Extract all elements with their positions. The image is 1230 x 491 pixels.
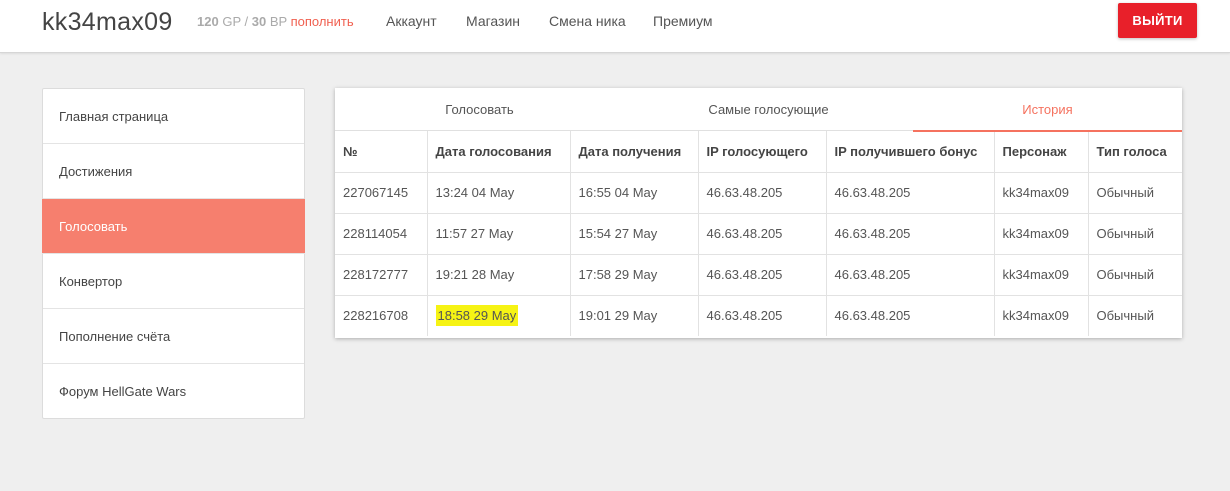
cell-vote-date: 19:21 28 May: [427, 254, 571, 296]
tab-bar: Голосовать Самые голосующие История: [335, 88, 1182, 132]
column-header: IP голосующего: [698, 131, 827, 173]
table-row: 228216708 18:58 29 May 19:01 29 May 46.6…: [335, 295, 1182, 336]
highlighted-vote-date: 18:58 29 May: [435, 305, 519, 327]
sidebar-item-label: Достижения: [59, 163, 133, 179]
sidebar-item-home[interactable]: Главная страница: [43, 89, 304, 144]
tab-top-voters[interactable]: Самые голосующие: [624, 88, 913, 131]
top-header: kk34max09 120 GP / 30 BP пополнить Аккау…: [0, 0, 1230, 53]
cell-id: 227067145: [335, 172, 428, 214]
table-row: 228172777 19:21 28 May 17:58 29 May 46.6…: [335, 254, 1182, 296]
cell-id: 228216708: [335, 295, 428, 336]
cell-vote-type: Обычный: [1088, 213, 1182, 255]
sidebar-item-converter[interactable]: Конвертор: [43, 254, 304, 309]
nav-premium-link[interactable]: Премиум: [653, 13, 713, 29]
cell-id: 228172777: [335, 254, 428, 296]
balance-display: 120 GP / 30 BP пополнить: [197, 14, 354, 29]
cell-voter-ip: 46.63.48.205: [698, 213, 827, 255]
gp-value: 120: [197, 14, 219, 29]
bp-unit: BP: [269, 14, 287, 29]
cell-bonus-ip: 46.63.48.205: [826, 172, 995, 214]
tab-vote[interactable]: Голосовать: [335, 88, 624, 131]
column-header: №: [335, 131, 428, 173]
username-title: kk34max09: [42, 8, 173, 36]
table-row: 228114054 11:57 27 May 15:54 27 May 46.6…: [335, 213, 1182, 255]
column-header: IP получившего бонус: [826, 131, 995, 173]
cell-bonus-ip: 46.63.48.205: [826, 213, 995, 255]
cell-vote-date: 18:58 29 May: [427, 295, 571, 336]
nav-account-link[interactable]: Аккаунт: [386, 13, 437, 29]
cell-character: kk34max09: [994, 254, 1089, 296]
cell-character: kk34max09: [994, 295, 1089, 336]
nav-nick-change-link[interactable]: Смена ника: [549, 13, 626, 29]
cell-received-date: 16:55 04 May: [570, 172, 699, 214]
column-header: Дата голосования: [427, 131, 571, 173]
sidebar-item-label: Форум HellGate Wars: [59, 384, 187, 399]
cell-vote-type: Обычный: [1088, 254, 1182, 296]
sidebar-item-vote[interactable]: Голосовать: [42, 199, 305, 254]
nav-shop-link[interactable]: Магазин: [466, 13, 520, 29]
sidebar-item-label: Конвертор: [59, 273, 123, 289]
sidebar-item-forum[interactable]: Форум HellGate Wars: [43, 364, 304, 419]
topup-link[interactable]: пополнить: [291, 14, 354, 29]
logout-button[interactable]: ВЫЙТИ: [1118, 3, 1197, 38]
cell-received-date: 15:54 27 May: [570, 213, 699, 255]
vote-history-card: Голосовать Самые голосующие История № Да…: [335, 88, 1182, 338]
cell-vote-date: 11:57 27 May: [427, 213, 571, 255]
tab-history[interactable]: История: [913, 88, 1182, 132]
sidebar-menu: Главная страница Достижения Голосовать К…: [42, 88, 305, 419]
cell-vote-date: 13:24 04 May: [427, 172, 571, 214]
sidebar-item-achievements[interactable]: Достижения: [43, 144, 304, 199]
sidebar-item-topup[interactable]: Пополнение счёта: [43, 309, 304, 364]
cell-bonus-ip: 46.63.48.205: [826, 254, 995, 296]
sidebar-item-label: Голосовать: [59, 218, 128, 234]
column-header: Тип голоса: [1088, 131, 1182, 173]
column-header: Дата получения: [570, 131, 699, 173]
column-header: Персонаж: [994, 131, 1089, 173]
vote-history-table: № Дата голосования Дата получения IP гол…: [335, 131, 1182, 336]
cell-vote-type: Обычный: [1088, 172, 1182, 214]
sidebar-item-label: Главная страница: [59, 108, 169, 124]
table-header-row: № Дата голосования Дата получения IP гол…: [335, 131, 1182, 173]
sidebar-item-label: Пополнение счёта: [59, 328, 171, 344]
cell-id: 228114054: [335, 213, 428, 255]
cell-character: kk34max09: [994, 213, 1089, 255]
cell-character: kk34max09: [994, 172, 1089, 214]
cell-voter-ip: 46.63.48.205: [698, 172, 827, 214]
cell-received-date: 19:01 29 May: [570, 295, 699, 336]
table-row: 227067145 13:24 04 May 16:55 04 May 46.6…: [335, 172, 1182, 214]
cell-voter-ip: 46.63.48.205: [698, 295, 827, 336]
cell-voter-ip: 46.63.48.205: [698, 254, 827, 296]
bp-value: 30: [251, 14, 267, 29]
balance-separator: /: [244, 14, 249, 29]
cell-bonus-ip: 46.63.48.205: [826, 295, 995, 336]
cell-received-date: 17:58 29 May: [570, 254, 699, 296]
gp-unit: GP: [222, 14, 241, 29]
cell-vote-type: Обычный: [1096, 308, 1154, 324]
